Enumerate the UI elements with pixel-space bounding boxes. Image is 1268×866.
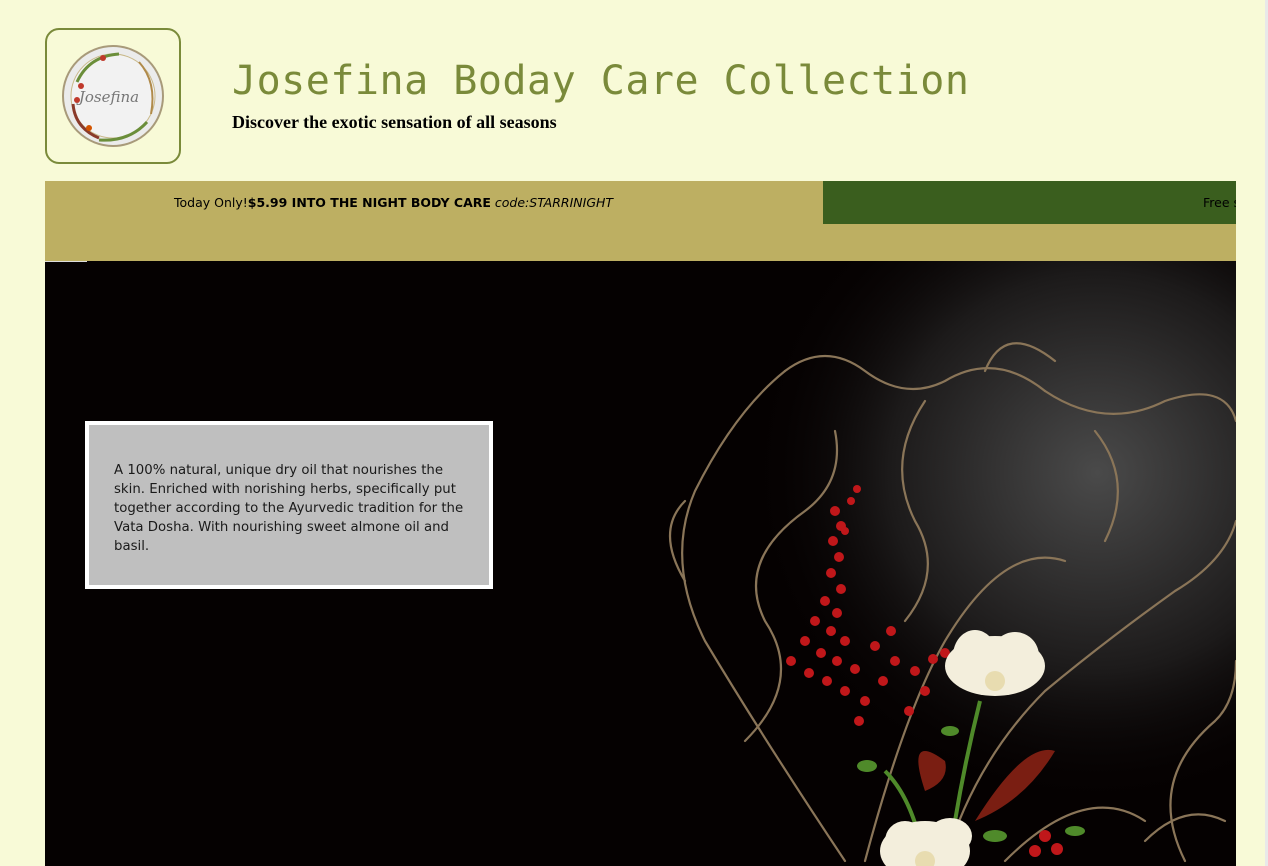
promo-banner: Today Only!$5.99 INTO THE NIGHT BODY CAR… <box>45 181 1236 261</box>
promo-code: code:STARRINIGHT <box>494 195 614 210</box>
wreath-logo-icon: Josefina <box>62 45 164 147</box>
logo-lettering: Josefina <box>76 88 139 106</box>
product-description: A 100% natural, unique dry oil that nour… <box>114 463 464 554</box>
promo-free-text: Free s <box>1203 195 1236 210</box>
site-title: Josefina Boday Care Collection <box>232 58 970 104</box>
promo-deal: $5.99 INTO THE NIGHT BODY CARE <box>247 195 491 210</box>
brand-logo[interactable]: Josefina <box>45 28 181 164</box>
promo-item-free-shipping[interactable]: Free s <box>823 181 1236 224</box>
promo-prefix: Today Only! <box>174 195 248 210</box>
hero-section: A 100% natural, unique dry oil that nour… <box>45 261 1236 866</box>
product-description-card: A 100% natural, unique dry oil that nour… <box>85 421 493 589</box>
promo-item-today-only[interactable]: Today Only!$5.99 INTO THE NIGHT BODY CAR… <box>174 195 613 210</box>
site-subtitle: Discover the exotic sensation of all sea… <box>232 112 557 132</box>
